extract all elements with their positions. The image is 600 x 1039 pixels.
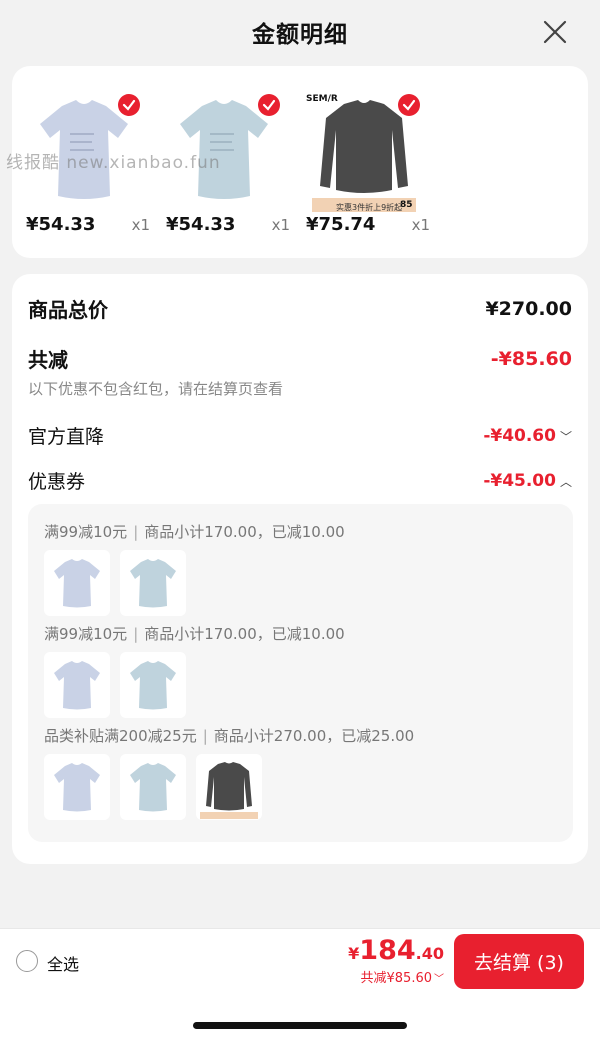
chevron-down-icon[interactable]: ﹀ bbox=[434, 974, 444, 985]
coupon-line: 品类补贴满200减25元 | 商品小计270.00，已减25.00 bbox=[44, 727, 415, 745]
saved-amount[interactable]: 共减¥85.60 ﹀ bbox=[361, 967, 445, 986]
discount-value: -¥85.60 bbox=[490, 347, 572, 370]
coupon-detail: 商品小计170.00，已减10.00 bbox=[144, 625, 345, 643]
coupon-row[interactable]: 优惠券 -¥45.00 ︿ bbox=[28, 467, 572, 494]
chevron-down-icon[interactable]: ﹀ bbox=[560, 428, 572, 445]
coupon-value: -¥45.00 bbox=[483, 470, 556, 491]
promo-banner: 实惠3件折上9折起 bbox=[336, 203, 403, 212]
coupon-product-thumb bbox=[120, 652, 186, 718]
page-title: 金额明细 bbox=[252, 22, 348, 48]
coupon-line: 满99减10元 | 商品小计170.00，已减10.00 bbox=[44, 625, 345, 643]
price-summary: 商品总价 ¥270.00 共减 -¥85.60 以下优惠不包含红包，请在结算页查… bbox=[12, 274, 588, 864]
coupon-detail: 商品小计170.00，已减10.00 bbox=[144, 523, 345, 541]
total-decimal: .40 bbox=[415, 944, 444, 963]
product-price: ¥75.74 bbox=[306, 214, 376, 235]
home-indicator[interactable] bbox=[193, 1022, 407, 1029]
product-list: ¥54.33 x1 ¥54.33 x1 SEM/R 实惠3件折上9折起 85 ¥… bbox=[12, 66, 588, 258]
discount-row: 共减 -¥85.60 bbox=[28, 344, 572, 373]
coupon-product-thumb bbox=[120, 550, 186, 616]
discount-note: 以下优惠不包含红包，请在结算页查看 bbox=[28, 380, 284, 398]
official-discount-label: 官方直降 bbox=[28, 426, 105, 448]
product-item[interactable]: ¥54.33 x1 bbox=[16, 90, 156, 260]
total-label: 商品总价 bbox=[28, 298, 108, 322]
product-item[interactable]: SEM/R 实惠3件折上9折起 85 ¥75.74 x1 bbox=[296, 90, 436, 260]
brand-label: SEM/R bbox=[306, 94, 338, 104]
official-discount-value: -¥40.60 bbox=[483, 425, 556, 446]
checkout-button[interactable]: 去结算 (3) bbox=[454, 934, 584, 989]
total-row: 商品总价 ¥270.00 bbox=[28, 294, 572, 323]
home-indicator-area bbox=[0, 994, 600, 1039]
coupon-detail: 商品小计270.00，已减25.00 bbox=[213, 727, 415, 745]
coupon-title: 满99减10元 bbox=[44, 523, 128, 541]
product-price: ¥54.33 bbox=[26, 214, 96, 235]
product-qty: x1 bbox=[131, 216, 150, 234]
select-all-label[interactable]: 全选 bbox=[47, 951, 79, 975]
coupon-line: 满99减10元 | 商品小计170.00，已减10.00 bbox=[44, 523, 345, 541]
coupon-product-thumb bbox=[44, 754, 110, 820]
coupon-title: 品类补贴满200减25元 bbox=[44, 727, 197, 745]
saved-text: 共减¥85.60 bbox=[360, 971, 433, 986]
chevron-up-icon[interactable]: ︿ bbox=[560, 473, 572, 490]
coupon-product-thumb bbox=[196, 754, 262, 820]
total-value: ¥270.00 bbox=[485, 297, 572, 320]
discount-label: 共减 bbox=[28, 348, 68, 372]
product-price: ¥54.33 bbox=[166, 214, 236, 235]
check-icon[interactable] bbox=[118, 94, 140, 116]
total-integer: 184 bbox=[359, 935, 416, 966]
promo-number: 85 bbox=[400, 200, 413, 210]
product-item[interactable]: ¥54.33 x1 bbox=[156, 90, 296, 260]
product-qty: x1 bbox=[411, 216, 430, 234]
bottom-bar: 全选 ¥184.40 共减¥85.60 ﹀ 去结算 (3) bbox=[0, 928, 600, 994]
coupon-label: 优惠券 bbox=[28, 471, 86, 493]
coupon-title: 满99减10元 bbox=[44, 625, 128, 643]
coupon-product-thumb bbox=[44, 652, 110, 718]
coupon-detail-box: 满99减10元 | 商品小计170.00，已减10.00 满99减10元 | 商品小计1… bbox=[28, 504, 573, 842]
coupon-product-thumb bbox=[44, 550, 110, 616]
check-icon[interactable] bbox=[258, 94, 280, 116]
total-price: ¥184.40 bbox=[348, 935, 444, 966]
product-qty: x1 bbox=[271, 216, 290, 234]
close-button[interactable] bbox=[540, 17, 570, 47]
close-icon[interactable] bbox=[540, 17, 570, 47]
select-all-radio[interactable] bbox=[16, 950, 38, 972]
header: 金额明细 bbox=[0, 0, 600, 64]
coupon-product-thumb bbox=[120, 754, 186, 820]
total-currency: ¥ bbox=[348, 944, 360, 963]
official-discount-row[interactable]: 官方直降 -¥40.60 ﹀ bbox=[28, 422, 572, 449]
check-icon[interactable] bbox=[398, 94, 420, 116]
